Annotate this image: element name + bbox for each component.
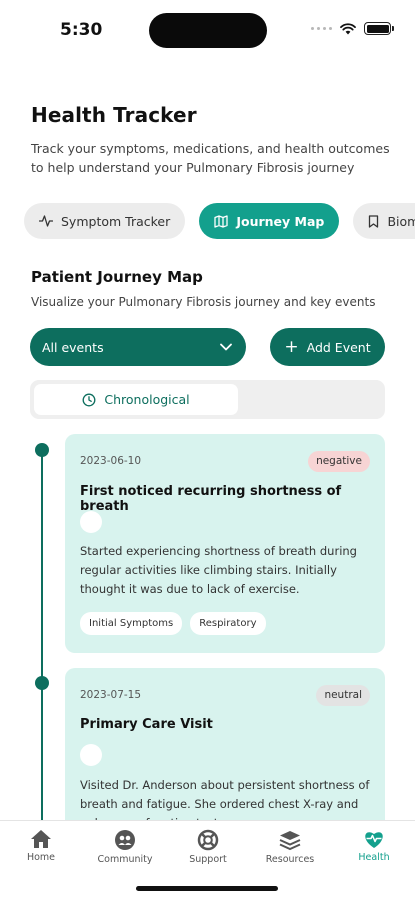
section-title: Patient Journey Map bbox=[31, 268, 203, 286]
event-date: 2023-07-15 bbox=[80, 689, 142, 701]
page-title: Health Tracker bbox=[31, 103, 197, 127]
chevron-down-icon bbox=[220, 343, 232, 351]
add-event-button[interactable]: + Add Event bbox=[270, 328, 385, 366]
filter-value: All events bbox=[42, 339, 104, 355]
tab-symptom-tracker[interactable]: Symptom Tracker bbox=[24, 203, 186, 239]
nav-item-community[interactable]: Community bbox=[90, 829, 160, 865]
event-tag: Initial Symptoms bbox=[80, 612, 183, 635]
event-attachment-icon[interactable] bbox=[80, 511, 102, 533]
home-indicator bbox=[136, 886, 278, 891]
wifi-icon bbox=[340, 22, 356, 34]
timeline-dot bbox=[35, 443, 49, 457]
activity-icon bbox=[39, 215, 53, 227]
event-card[interactable]: 2023-06-10 negative First noticed recurr… bbox=[65, 434, 385, 653]
nav-label: Support bbox=[189, 854, 227, 865]
tab-label: Symptom Tracker bbox=[61, 213, 171, 229]
signal-icon bbox=[311, 27, 332, 30]
map-icon bbox=[214, 214, 228, 228]
event-description: Started experiencing shortness of breath… bbox=[80, 544, 357, 596]
view-toggle: Chronological bbox=[30, 380, 385, 419]
event-description: Visited Dr. Anderson about persistent sh… bbox=[80, 778, 370, 820]
status-icons bbox=[311, 22, 394, 35]
nav-label: Health bbox=[358, 852, 390, 863]
resources-icon bbox=[279, 831, 301, 851]
nav-label: Community bbox=[97, 854, 153, 865]
clock-icon bbox=[82, 393, 96, 406]
status-time: 5:30 bbox=[60, 20, 103, 40]
add-event-label: Add Event bbox=[306, 339, 371, 355]
community-icon bbox=[115, 830, 135, 850]
nav-item-resources[interactable]: Resources bbox=[255, 829, 325, 865]
nav-item-home[interactable]: Home bbox=[6, 829, 76, 863]
nav-item-support[interactable]: Support bbox=[173, 829, 243, 865]
heart-pulse-icon bbox=[365, 832, 383, 848]
battery-icon bbox=[364, 22, 394, 35]
event-card[interactable]: 2023-07-15 neutral Primary Care Visit Vi… bbox=[65, 668, 385, 820]
event-date: 2023-06-10 bbox=[80, 455, 142, 467]
nav-label: Home bbox=[26, 852, 56, 863]
event-title: First noticed recurring shortness of bre… bbox=[80, 484, 342, 514]
nav-label: Resources bbox=[265, 854, 315, 865]
bookmark-icon bbox=[369, 214, 379, 228]
journey-timeline: 2023-06-10 negative First noticed recurr… bbox=[0, 420, 415, 820]
event-title: Primary Care Visit bbox=[80, 717, 213, 732]
home-icon bbox=[31, 830, 51, 848]
event-filter-select[interactable]: All events bbox=[30, 328, 246, 366]
dynamic-island bbox=[149, 13, 267, 48]
tab-label: Bioma bbox=[387, 213, 415, 229]
chronological-view-button[interactable]: Chronological bbox=[34, 384, 238, 415]
page-description: Track your symptoms, medications, and he… bbox=[31, 141, 390, 175]
timeline-dot bbox=[35, 676, 49, 690]
tab-bar: Symptom Tracker Journey Map Bioma bbox=[24, 203, 415, 239]
event-tags: Initial Symptoms Respiratory bbox=[80, 612, 266, 635]
sentiment-badge: neutral bbox=[316, 685, 370, 706]
timeline-line bbox=[41, 448, 43, 820]
tab-biomarkers[interactable]: Bioma bbox=[353, 203, 415, 239]
event-attachment-icon[interactable] bbox=[80, 744, 102, 766]
sentiment-badge: negative bbox=[308, 451, 370, 472]
support-icon bbox=[197, 829, 219, 851]
event-tag: Respiratory bbox=[190, 612, 266, 635]
tab-label: Journey Map bbox=[236, 213, 325, 229]
section-description: Visualize your Pulmonary Fibrosis journe… bbox=[31, 295, 376, 309]
nav-item-health[interactable]: Health bbox=[339, 829, 409, 863]
tab-journey-map[interactable]: Journey Map bbox=[199, 203, 340, 239]
status-bar: 5:30 bbox=[0, 0, 415, 60]
view-label: Chronological bbox=[104, 392, 190, 407]
plus-icon: + bbox=[284, 336, 299, 357]
